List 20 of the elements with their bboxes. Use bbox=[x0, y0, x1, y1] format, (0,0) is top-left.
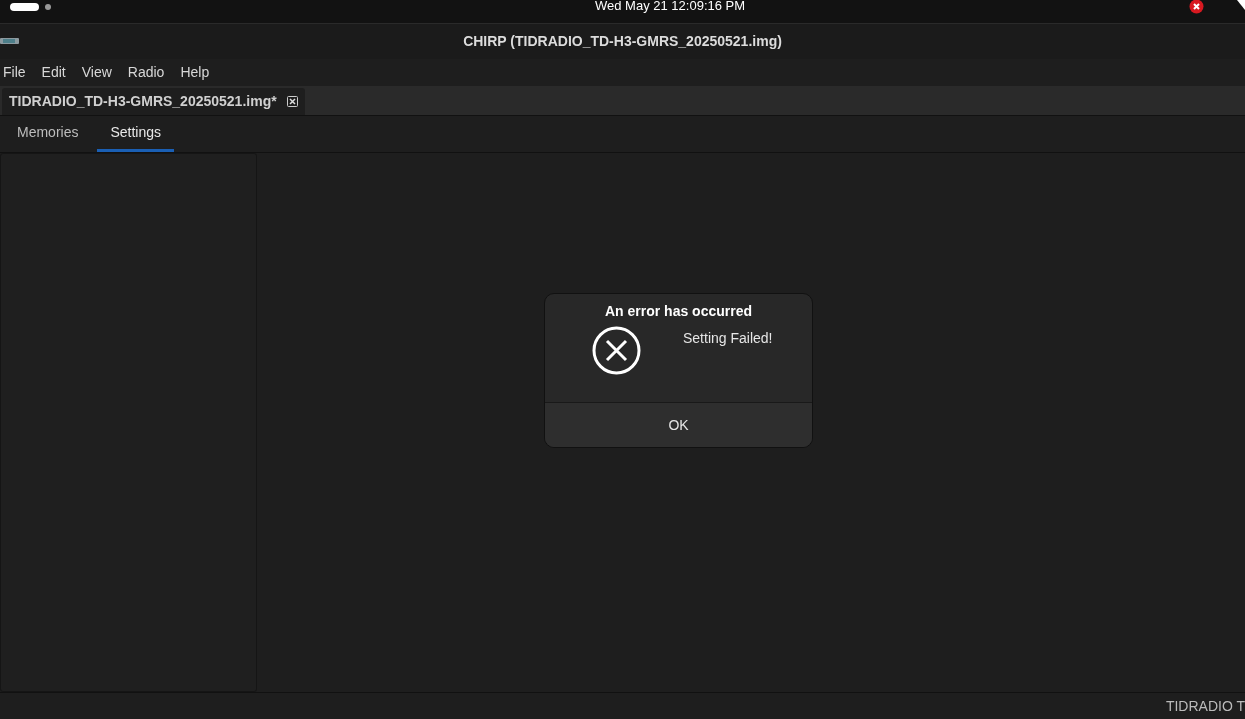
serial-port-icon bbox=[0, 38, 19, 44]
clock[interactable]: Wed May 21 12:09:16 PM bbox=[595, 0, 746, 16]
ok-button[interactable]: OK bbox=[545, 402, 812, 447]
close-icon[interactable] bbox=[286, 96, 298, 107]
menu-caret-icon[interactable] bbox=[1237, 0, 1245, 10]
menu-item[interactable]: Help bbox=[180, 62, 210, 83]
window-title: CHIRP (TIDRADIO_TD-H3-GMRS_20250521.img) bbox=[463, 32, 782, 51]
file-tab[interactable]: TIDRADIO_TD-H3-GMRS_20250521.img* bbox=[2, 88, 305, 115]
error-icon bbox=[592, 326, 641, 375]
menu-item[interactable]: Radio bbox=[127, 62, 165, 83]
menu-item[interactable]: Edit bbox=[41, 62, 66, 83]
menu-item[interactable]: File bbox=[3, 62, 26, 83]
workspace-indicator[interactable] bbox=[10, 3, 39, 11]
menu-item[interactable]: View bbox=[81, 62, 112, 83]
tab[interactable]: Memories bbox=[4, 116, 92, 152]
status-text: TIDRADIO T bbox=[1165, 696, 1245, 716]
dialog-title: An error has occurred bbox=[604, 302, 753, 321]
dialog-message: Setting Failed! bbox=[683, 329, 773, 348]
error-icon[interactable] bbox=[1189, 0, 1204, 14]
workspace-indicator[interactable] bbox=[45, 4, 51, 10]
